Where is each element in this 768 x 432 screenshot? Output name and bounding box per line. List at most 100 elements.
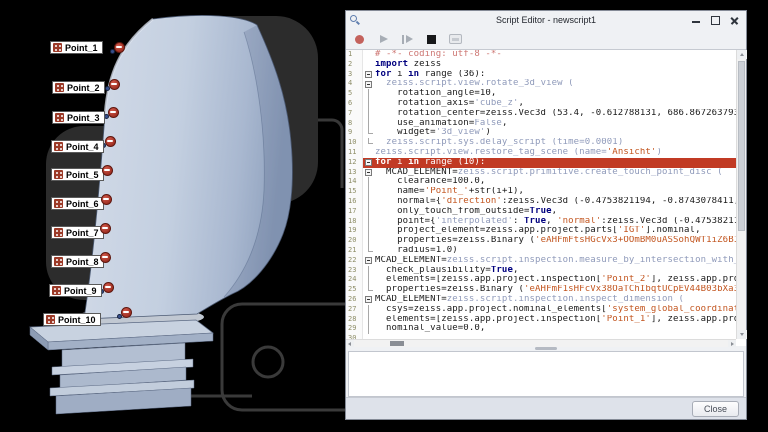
touch-point-icon [54,257,63,266]
run-from-cursor-button[interactable] [401,33,414,46]
no-entry-marker-icon[interactable] [100,252,111,263]
code-text: zeiss.script.sys.delay_script (time=0.00… [375,138,736,148]
fold-margin [363,138,375,148]
point-label-point_10[interactable]: Point_10 [43,313,101,326]
code-line-26: 26MCAD_ELEMENT=zeiss.script.inspection.i… [346,295,736,305]
line-number: 10 [346,138,363,148]
no-entry-marker-icon[interactable] [102,165,113,176]
no-entry-marker-icon[interactable] [108,107,119,118]
scroll-down-button[interactable] [737,330,747,339]
fold-toggle-icon[interactable] [363,79,375,89]
code-line-18: 18 point={'interpolated': True, 'normal'… [346,217,736,227]
fold-toggle-icon[interactable] [363,168,375,178]
maximize-button[interactable] [710,15,720,25]
fold-margin [363,89,375,99]
line-number: 3 [346,70,363,80]
code-line-11: 11zeiss.script.view.restore_tag_scene (n… [346,148,736,158]
stop-icon [427,35,436,44]
window-buttons [691,11,739,29]
point-label-text: Point_1 [65,43,98,53]
run-button[interactable] [377,33,390,46]
vertical-scrollbar[interactable] [736,50,746,339]
code-line-27: 27 csys=zeiss.app.project.nominal_elemen… [346,305,736,315]
point-label-point_3[interactable]: Point_3 [52,111,105,124]
close-window-button[interactable] [729,15,739,25]
fold-toggle-icon[interactable] [363,295,375,305]
code-text: name='Point_'+str(i+1), [375,187,736,197]
titlebar[interactable]: Script Editor - newscript1 [346,11,746,29]
point-label-point_1[interactable]: Point_1 [50,41,103,54]
touch-point-icon [54,228,63,237]
code-line-4: 4 zeiss.script.view.rotate_3d_view ( [346,79,736,89]
code-text: use_animation=False, [375,119,736,129]
line-number: 15 [346,187,363,197]
scroll-up-button[interactable] [737,50,747,59]
no-entry-marker-icon[interactable] [114,42,125,53]
code-line-20: 20 properties=zeiss.Binary ('eAHFmFtsHGc… [346,236,736,246]
line-number: 8 [346,119,363,129]
line-number: 1 [346,50,363,60]
code-line-19: 19 project_element=zeiss.app.project.par… [346,226,736,236]
point-label-point_4[interactable]: Point_4 [51,140,104,153]
line-number: 23 [346,266,363,276]
code-line-16: 16 normal={'direction':zeiss.Vec3d (-0.4… [346,197,736,207]
code-rows: 1# -*- coding: utf-8 -*-2import zeiss3fo… [346,50,736,339]
application-screen: Point_1 Point_2 Point_3 Point_4 Point_5 Point… [0,0,768,432]
code-line-12: 12for i in range (10): [346,158,736,168]
code-text: check_plausibility=True, [375,266,736,276]
point-label-point_2[interactable]: Point_2 [52,81,105,94]
code-line-7: 7 rotation_center=zeiss.Vec3d (53.4, -0.… [346,109,736,119]
code-line-13: 13 MCAD_ELEMENT=zeiss.script.primitive.c… [346,168,736,178]
code-text: normal={'direction':zeiss.Vec3d (-0.4753… [375,197,736,207]
bottom-bar: Close [346,397,746,419]
code-text: widget='3d_view') [375,128,736,138]
splitter-grip-icon [535,347,557,350]
vertical-scroll-thumb[interactable] [738,61,745,231]
fold-toggle-icon[interactable] [363,158,375,168]
no-entry-marker-icon[interactable] [109,79,120,90]
no-entry-marker-icon[interactable] [103,282,114,293]
point-label-point_7[interactable]: Point_7 [51,226,104,239]
code-line-28: 28 elements=[zeiss.app.project.inspectio… [346,315,736,325]
point-label-text: Point_5 [66,170,99,180]
point-label-point_6[interactable]: Point_6 [51,197,104,210]
line-number: 4 [346,79,363,89]
line-number: 7 [346,109,363,119]
touch-point-icon [54,170,63,179]
code-text: properties=zeiss.Binary ('eAHFmFtsHGcVx3… [375,236,736,246]
fold-margin [363,324,375,334]
fold-margin [363,315,375,325]
point-label-point_9[interactable]: Point_9 [49,284,102,297]
line-number: 20 [346,236,363,246]
no-entry-marker-icon[interactable] [121,307,132,318]
no-entry-marker-icon[interactable] [101,194,112,205]
line-number: 17 [346,207,363,217]
point-label-text: Point_7 [66,228,99,238]
line-number: 5 [346,89,363,99]
fold-margin [363,266,375,276]
line-number: 29 [346,324,363,334]
fold-margin [363,187,375,197]
code-line-22: 22MCAD_ELEMENT=zeiss.script.inspection.m… [346,256,736,266]
point-label-point_5[interactable]: Point_5 [51,168,104,181]
minimize-button[interactable] [691,15,701,25]
extra-icon [449,34,462,44]
no-entry-marker-icon[interactable] [105,136,116,147]
code-text: for i in range (36): [375,70,736,80]
code-text: project_element=zeiss.app.project.parts[… [375,226,736,236]
point-label-text: Point_6 [66,199,99,209]
code-text: MCAD_ELEMENT=zeiss.script.primitive.crea… [375,168,736,178]
code-editor[interactable]: 1# -*- coding: utf-8 -*-2import zeiss3fo… [346,49,746,346]
code-line-25: 25 properties=zeiss.Binary ('eAHFmF1sHFc… [346,285,736,295]
record-button[interactable] [353,33,366,46]
point-label-point_8[interactable]: Point_8 [51,255,104,268]
fold-toggle-icon[interactable] [363,256,375,266]
fold-toggle-icon[interactable] [363,70,375,80]
no-entry-marker-icon[interactable] [100,223,111,234]
touch-point-icon [52,286,61,295]
line-number: 9 [346,128,363,138]
point-label-text: Point_10 [58,315,96,325]
stop-button[interactable] [425,33,438,46]
toolbar-extra-button[interactable] [449,33,462,46]
close-button[interactable]: Close [692,401,739,417]
